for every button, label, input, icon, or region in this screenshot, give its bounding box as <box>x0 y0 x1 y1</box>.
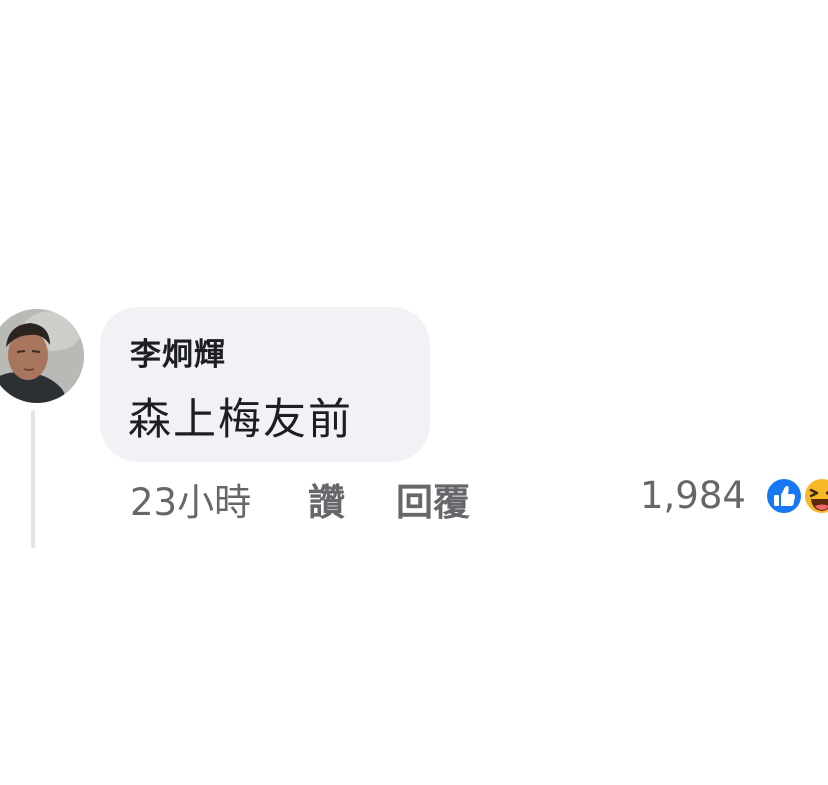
reply-button[interactable]: 回覆 <box>396 472 470 526</box>
reaction-count[interactable]: 1,984 <box>640 474 746 517</box>
avatar[interactable] <box>0 309 84 403</box>
comment-text: 森上梅友前 <box>128 395 353 445</box>
haha-icon <box>803 477 828 515</box>
like-icon <box>765 477 803 515</box>
avatar-portrait <box>0 309 84 403</box>
comment-block: 李炯輝 森上梅友前 23小時 讚 回覆 1,984 <box>0 0 828 785</box>
thread-line <box>31 410 35 548</box>
reaction-summary[interactable] <box>764 476 828 518</box>
comment-bubble: 李炯輝 森上梅友前 <box>100 307 430 462</box>
comment-author[interactable]: 李炯輝 <box>130 329 226 374</box>
comment-timestamp[interactable]: 23小時 <box>130 472 251 526</box>
like-button[interactable]: 讚 <box>308 472 345 526</box>
